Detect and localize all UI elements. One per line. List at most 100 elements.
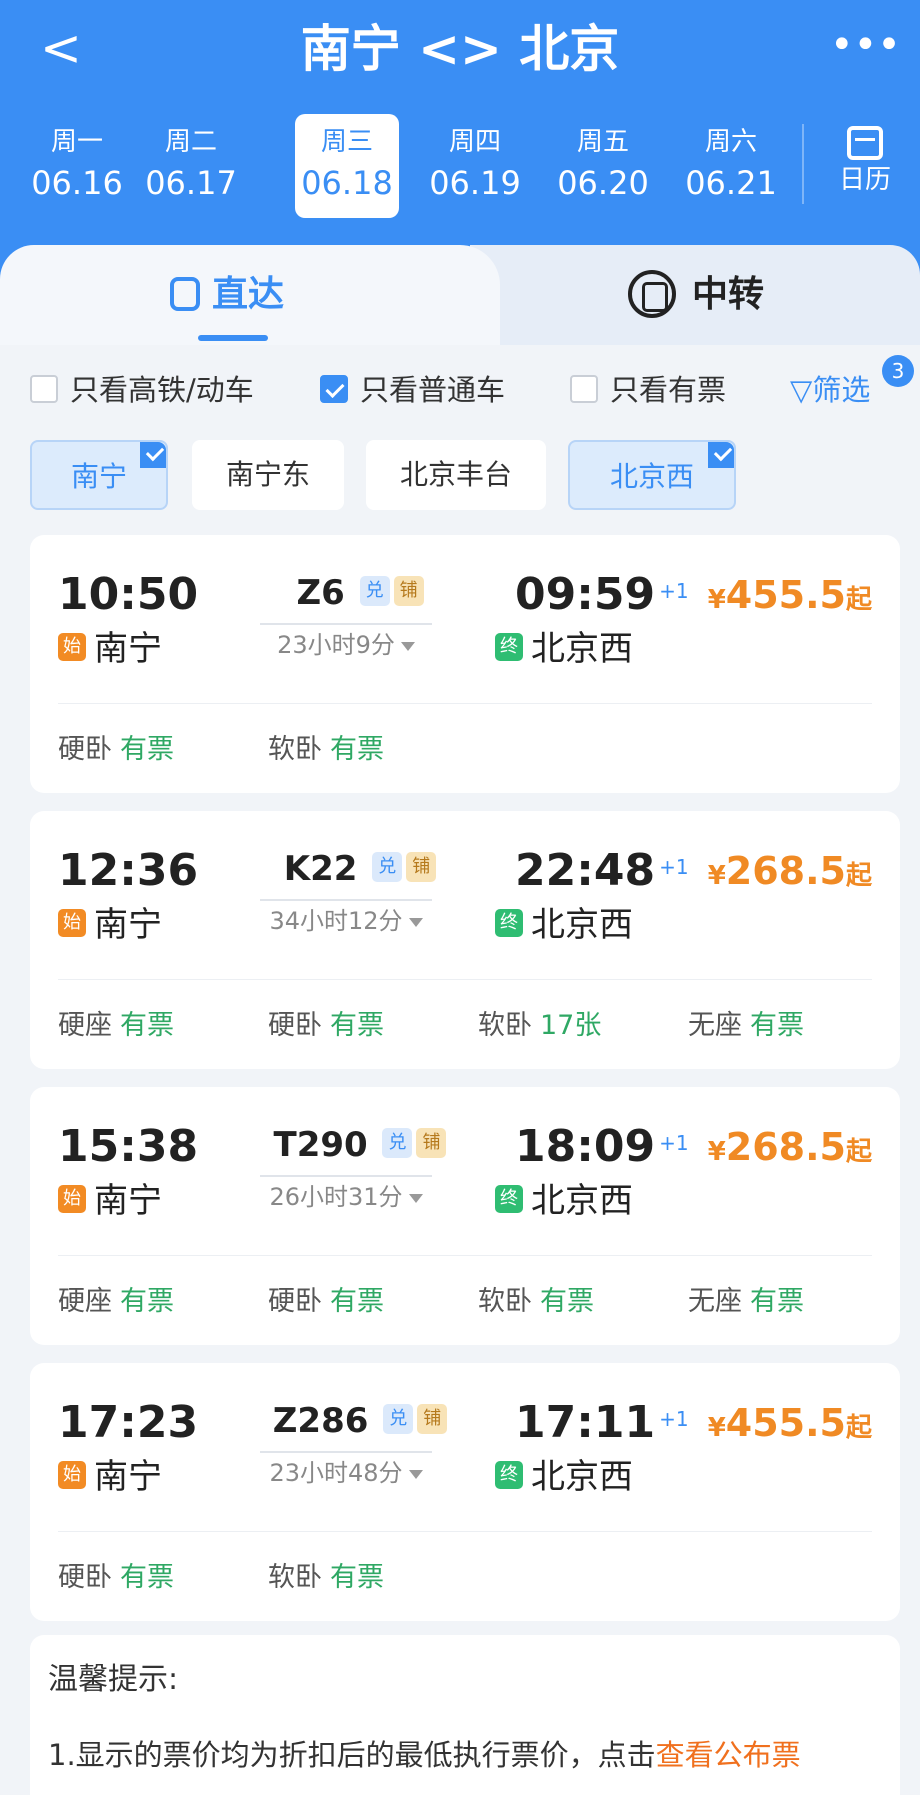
price: ¥455.5起 [708,567,872,628]
seat-type: 软卧 [478,1010,532,1041]
departure-station: 始南宁 [58,1179,162,1223]
duration-line [260,1175,432,1177]
calendar-button[interactable]: 日历 [820,120,910,210]
tips-title: 温馨提示: [48,1662,179,1697]
date-item[interactable]: 周二 06.17 [139,114,243,218]
duration-text: 23小时48分 [269,1459,403,1487]
view-published-fare-link[interactable]: 查看公布票 [656,1738,801,1772]
seat-status: 有票 [330,1010,384,1041]
seat-item: 硬卧 有票 [268,1277,384,1327]
filter-row: 只看高铁/动车 只看普通车 只看有票 ▽筛选 3 [30,355,914,415]
chevron-down-icon [408,1469,423,1479]
price-value: 455.5 [725,1401,846,1445]
filter-high-speed-checkbox[interactable]: 只看高铁/动车 [30,365,254,415]
seat-item: 无座 有票 [688,1277,804,1327]
date-value: 06.17 [145,164,237,202]
departure-station-name: 南宁 [94,1181,162,1221]
check-icon [713,442,733,462]
filter-available-checkbox[interactable]: 只看有票 [570,365,726,415]
departure-time: 10:50 [58,569,199,620]
duration[interactable]: 34小时12分 [260,903,432,939]
screen-button[interactable]: ▽筛选 [790,365,870,415]
calendar-label: 日历 [838,165,891,195]
price-value: 268.5 [725,1125,846,1169]
filter-normal-checkbox[interactable]: 只看普通车 [320,365,505,415]
card-divider [58,1531,872,1532]
station-chip-beijing-fengtai[interactable]: 北京丰台 [366,440,546,510]
price: ¥455.5起 [708,1395,872,1456]
berth-badge: 铺 [417,1403,448,1434]
next-day-marker: +1 [659,855,689,879]
station-chip-label: 南宁东 [225,458,310,491]
tab-direct[interactable]: 直达 [170,265,284,325]
seat-type: 硬卧 [58,1562,112,1593]
date-weekday: 周五 [576,127,629,157]
seat-item: 无座 有票 [688,1001,804,1051]
seat-type: 硬卧 [268,1286,322,1317]
tab-active-indicator [198,335,268,341]
more-icon[interactable]: ••• [830,20,901,80]
seat-item: 硬座 有票 [58,1277,174,1327]
exchange-badge: 兑 [383,1403,414,1434]
arrival-station-name: 北京西 [531,629,633,669]
seat-item: 软卧 有票 [268,725,384,775]
berth-badge: 铺 [393,575,424,606]
train-card[interactable]: 12:36 始南宁 K22 兑铺 34小时12分 22:48 +1 终北京西 ¥2… [30,811,900,1069]
arrival-time: 22:48 +1 [515,841,689,901]
date-item[interactable]: 周六 06.21 [679,114,783,218]
date-weekday: 周二 [164,127,217,157]
seat-type: 硬卧 [58,734,112,765]
price: ¥268.5起 [708,1119,872,1180]
date-value: 06.20 [557,164,649,202]
duration-line [260,623,432,625]
station-chips: 南宁 南宁东 北京丰台 北京西 [30,440,910,510]
departure-time: 15:38 [58,1121,199,1172]
seat-type: 无座 [688,1010,742,1041]
start-tag: 始 [58,1460,86,1489]
date-item[interactable]: 周五 06.20 [551,114,655,218]
seat-status: 有票 [330,1286,384,1317]
card-divider [58,979,872,980]
start-tag: 始 [58,1184,86,1213]
departure-station: 始南宁 [58,903,162,947]
page-title: 南宁 <> 北京 [300,20,620,78]
price-suffix: 起 [845,585,872,615]
departure-time: 12:36 [58,845,199,896]
tab-transfer-label: 中转 [692,274,765,315]
duration[interactable]: 23小时9分 [260,627,432,663]
date-item[interactable]: 周四 06.19 [423,114,527,218]
train-card[interactable]: 15:38 始南宁 T290 兑铺 26小时31分 18:09 +1 终北京西 ¥… [30,1087,900,1345]
arrival-station: 终北京西 [495,903,633,947]
price-suffix: 起 [845,1413,872,1443]
price-currency: ¥ [707,861,726,891]
next-day-marker: +1 [659,1407,689,1431]
filter-label: 只看普通车 [360,373,506,407]
date-weekday: 周四 [448,127,501,157]
duration-text: 23小时9分 [277,631,395,659]
seat-item: 硬卧 有票 [58,1553,174,1603]
seat-type: 软卧 [268,1562,322,1593]
duration[interactable]: 26小时31分 [260,1179,432,1215]
calendar-icon [847,126,883,160]
station-chip-nanning-east[interactable]: 南宁东 [192,440,344,510]
arrival-station-name: 北京西 [531,1457,633,1497]
station-chip-beijing-west[interactable]: 北京西 [568,440,736,510]
duration[interactable]: 23小时48分 [260,1455,432,1491]
seat-status: 17张 [540,1010,602,1041]
station-chip-nanning[interactable]: 南宁 [30,440,168,510]
price-value: 268.5 [725,849,846,893]
date-item-selected[interactable]: 周三 06.18 [295,114,399,218]
arrival-station: 终北京西 [495,1179,633,1223]
date-item[interactable]: 周一 06.16 [25,114,129,218]
arrival-station: 终北京西 [495,627,633,671]
departure-station: 始南宁 [58,1455,162,1499]
train-number: T290 兑铺 [260,1117,460,1173]
seat-type: 硬座 [58,1010,112,1041]
train-card[interactable]: 10:50 始南宁 Z6 兑铺 23小时9分 09:59 +1 终北京西 ¥455… [30,535,900,793]
tab-transfer[interactable]: 中转 [628,265,764,325]
seat-item: 硬卧 有票 [268,1001,384,1051]
train-number: Z6 兑铺 [260,565,460,621]
seat-status: 有票 [120,1010,174,1041]
train-card[interactable]: 17:23 始南宁 Z286 兑铺 23小时48分 17:11 +1 终北京西 ¥… [30,1363,900,1621]
price-suffix: 起 [845,1137,872,1167]
